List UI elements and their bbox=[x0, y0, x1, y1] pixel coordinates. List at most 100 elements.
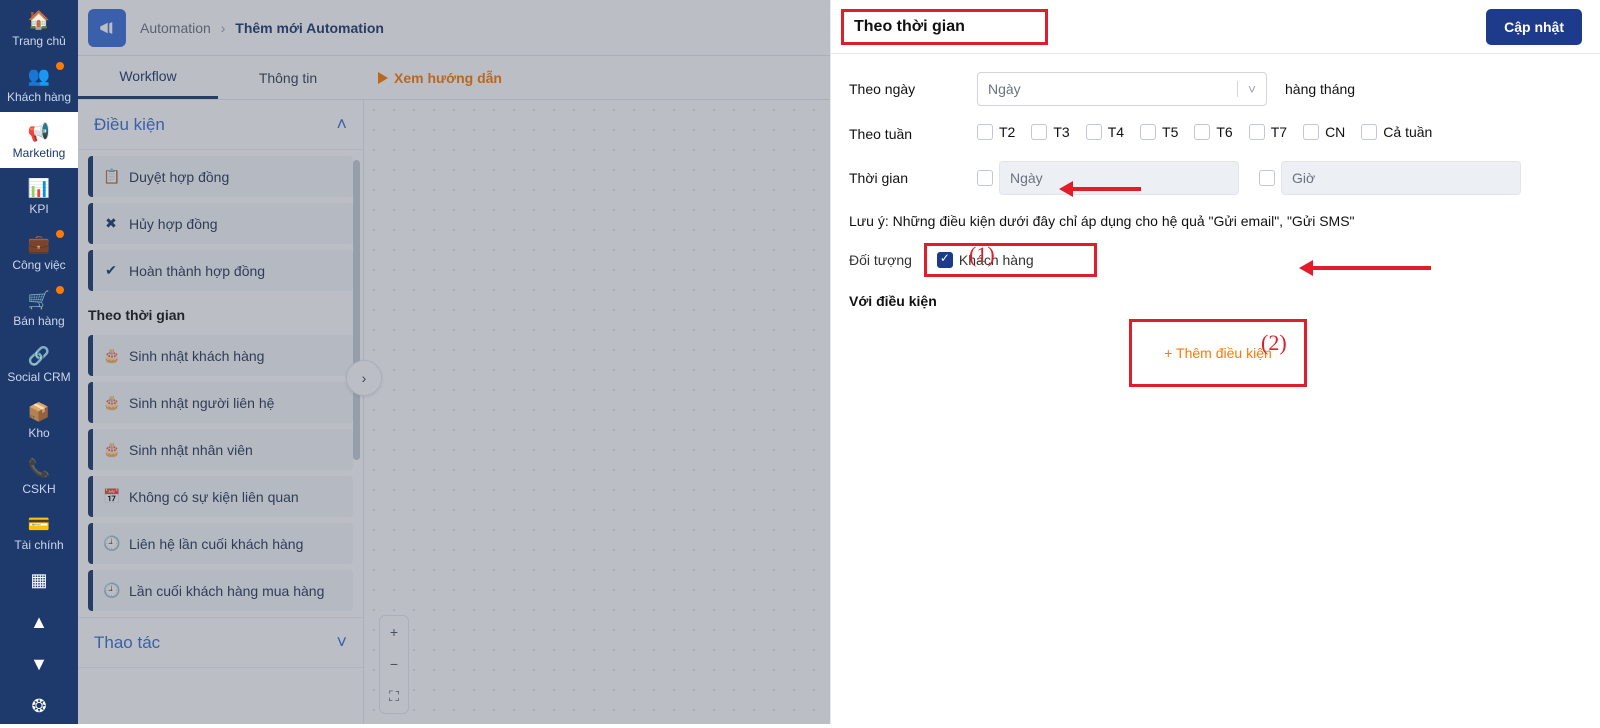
condition-card[interactable]: 🕘Liên hệ lần cuối khách hàng bbox=[88, 523, 353, 564]
condition-card[interactable]: 🎂Sinh nhật người liên hệ bbox=[88, 382, 353, 423]
zoom-in-button[interactable]: + bbox=[380, 616, 408, 648]
add-condition-button[interactable]: + Thêm điều kiện bbox=[1164, 345, 1272, 361]
nav-item-users[interactable]: 👥Khách hàng bbox=[0, 56, 78, 112]
nav-calendar[interactable]: ▦ bbox=[0, 560, 78, 602]
weekday-T4[interactable]: T4 bbox=[1086, 124, 1124, 140]
nav-item-cart[interactable]: 🛒Bán hàng bbox=[0, 280, 78, 336]
nav-label: Kho bbox=[0, 426, 78, 440]
section-conditions-head[interactable]: Điều kiện ˄ bbox=[78, 100, 363, 150]
object-customer-checkbox[interactable] bbox=[937, 252, 953, 268]
nav-expand-down[interactable]: ▼ bbox=[0, 644, 78, 686]
weekday-checkbox[interactable] bbox=[1194, 124, 1210, 140]
breadcrumb-sep: › bbox=[221, 20, 226, 36]
condition-card[interactable]: 🎂 Sinh nhật khách hàng bbox=[88, 335, 353, 376]
section-actions-title: Thao tác bbox=[94, 633, 160, 653]
card-label: Sinh nhật nhân viên bbox=[129, 442, 253, 458]
cart-icon: 🛒 bbox=[0, 290, 78, 311]
chevron-down-icon: ▼ bbox=[0, 654, 78, 675]
card-label: Hoàn thành hợp đồng bbox=[129, 263, 265, 279]
weekday-checkbox[interactable] bbox=[1086, 124, 1102, 140]
chevron-up-icon: ˄ bbox=[336, 114, 347, 135]
nav-collapse-up[interactable]: ▲ bbox=[0, 602, 78, 644]
nav-label: Khách hàng bbox=[0, 90, 78, 104]
row-object: Đối tượng Khách hàng bbox=[849, 243, 1582, 277]
chevron-right-icon: › bbox=[362, 370, 367, 386]
weekday-T2[interactable]: T2 bbox=[977, 124, 1015, 140]
condition-card[interactable]: 📅Không có sự kiện liên quan bbox=[88, 476, 353, 517]
nav-item-bullhorn[interactable]: 📢Marketing bbox=[0, 112, 78, 168]
weekday-Cả tuần[interactable]: Cả tuần bbox=[1361, 124, 1432, 140]
bullhorn-icon: 📢 bbox=[0, 122, 78, 143]
time-hour-input[interactable]: Giờ bbox=[1281, 161, 1521, 195]
update-button[interactable]: Cập nhật bbox=[1486, 9, 1582, 45]
bullhorn-icon bbox=[88, 9, 126, 47]
side-panel: Theo thời gian Cập nhật Theo ngày Ngày ˅… bbox=[830, 0, 1600, 724]
weekday-checkbox[interactable] bbox=[1361, 124, 1377, 140]
with-conditions-title: Với điều kiện bbox=[849, 293, 1582, 309]
nav-help[interactable]: ❂ bbox=[0, 686, 78, 728]
briefcase-icon: 💼 bbox=[0, 234, 78, 255]
note-text: Lưu ý: Những điều kiện dưới đây chỉ áp d… bbox=[849, 213, 1582, 229]
breadcrumb-root[interactable]: Automation bbox=[140, 20, 211, 36]
weekday-checkbox[interactable] bbox=[1303, 124, 1319, 140]
section-conditions-title: Điều kiện bbox=[94, 115, 165, 135]
nav-item-share[interactable]: 🔗 Social CRM bbox=[0, 336, 78, 392]
canvas-collapse-button[interactable]: › bbox=[346, 360, 382, 396]
notification-dot bbox=[56, 62, 64, 70]
weekday-checkbox[interactable] bbox=[1140, 124, 1156, 140]
weekday-T6[interactable]: T6 bbox=[1194, 124, 1232, 140]
zoom-controls: + − ⛶ bbox=[379, 615, 409, 714]
day-select[interactable]: Ngày ˅ bbox=[977, 72, 1267, 106]
nav-item-wallet[interactable]: 💳 Tài chính bbox=[0, 504, 78, 560]
phone-icon: 📞 bbox=[0, 458, 78, 479]
nav-item-briefcase[interactable]: 💼Công việc bbox=[0, 224, 78, 280]
time-day-placeholder: Ngày bbox=[1010, 170, 1043, 186]
weekday-T5[interactable]: T5 bbox=[1140, 124, 1178, 140]
nav-label: Tài chính bbox=[0, 538, 78, 552]
weekday-T3[interactable]: T3 bbox=[1031, 124, 1069, 140]
zoom-fit-button[interactable]: ⛶ bbox=[380, 680, 408, 713]
condition-card[interactable]: 📋Duyệt hợp đồng bbox=[88, 156, 353, 197]
nav-item-box[interactable]: 📦 Kho bbox=[0, 392, 78, 448]
condition-card[interactable]: ✔Hoàn thành hợp đồng bbox=[88, 250, 353, 291]
share-icon: 🔗 bbox=[0, 346, 78, 367]
conditions-sidebar: Điều kiện ˄ 📋Duyệt hợp đồng ✖Hủy hợp đồng… bbox=[78, 100, 364, 724]
card-icon: 🎂 bbox=[103, 347, 119, 364]
card-label: Liên hệ lần cuối khách hàng bbox=[129, 536, 303, 552]
nav-label: KPI bbox=[0, 202, 78, 216]
label-time: Thời gian bbox=[849, 170, 977, 186]
zoom-out-button[interactable]: − bbox=[380, 648, 408, 680]
tab-info[interactable]: Thông tin bbox=[218, 58, 358, 98]
box-icon: 📦 bbox=[0, 402, 78, 423]
condition-card[interactable]: 🕘Lần cuối khách hàng mua hàng bbox=[88, 570, 353, 611]
weekday-checkbox[interactable] bbox=[1031, 124, 1047, 140]
nav-item-phone[interactable]: 📞 CSKH bbox=[0, 448, 78, 504]
nav-item-home[interactable]: 🏠Trang chủ bbox=[0, 0, 78, 56]
card-icon: ✖ bbox=[103, 215, 119, 232]
nav-label: Social CRM bbox=[0, 370, 78, 384]
section-actions-head[interactable]: Thao tác ˅ bbox=[78, 617, 363, 668]
condition-card[interactable]: ✖Hủy hợp đồng bbox=[88, 203, 353, 244]
weekday-checkbox[interactable] bbox=[1249, 124, 1265, 140]
weekday-checkbox[interactable] bbox=[977, 124, 993, 140]
scrollbar-thumb[interactable] bbox=[353, 160, 360, 460]
object-highlight-box: Khách hàng bbox=[924, 243, 1097, 277]
time-hour-checkbox[interactable] bbox=[1259, 170, 1275, 186]
chevron-down-icon: ˅ bbox=[1237, 81, 1256, 97]
left-nav: 🏠Trang chủ👥Khách hàng📢Marketing📊KPI💼Công… bbox=[0, 0, 78, 724]
nav-label: CSKH bbox=[0, 482, 78, 496]
nav-item-chart[interactable]: 📊KPI bbox=[0, 168, 78, 224]
weekday-CN[interactable]: CN bbox=[1303, 124, 1345, 140]
card-icon: 🕘 bbox=[103, 582, 119, 599]
annotation-label-1: (1) bbox=[969, 242, 995, 268]
card-label: Sinh nhật khách hàng bbox=[129, 348, 264, 364]
tab-workflow[interactable]: Workflow bbox=[78, 56, 218, 99]
view-guide-link[interactable]: Xem hướng dẫn bbox=[378, 70, 502, 86]
weekday-T7[interactable]: T7 bbox=[1249, 124, 1287, 140]
time-day-checkbox[interactable] bbox=[977, 170, 993, 186]
side-panel-title: Theo thời gian bbox=[841, 9, 1048, 45]
condition-card[interactable]: 🎂Sinh nhật nhân viên bbox=[88, 429, 353, 470]
annotation-arrow-1 bbox=[1071, 187, 1141, 191]
day-select-placeholder: Ngày bbox=[988, 81, 1021, 97]
wallet-icon: 💳 bbox=[0, 514, 78, 535]
